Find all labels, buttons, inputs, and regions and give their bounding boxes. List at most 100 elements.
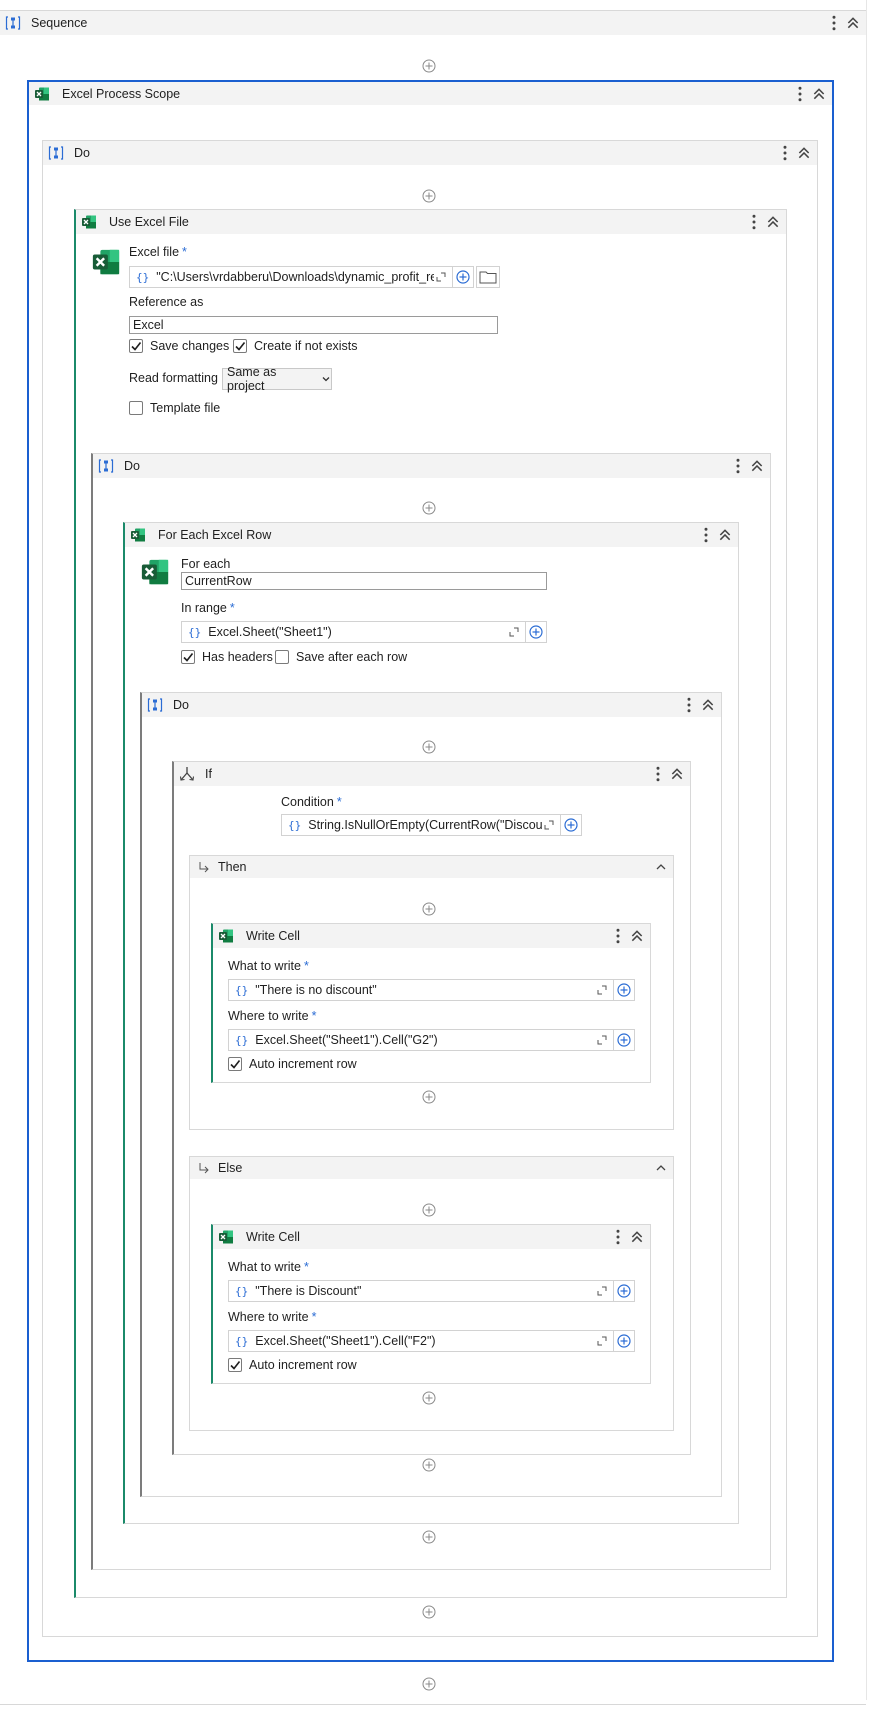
do-outer-header[interactable]: Do xyxy=(43,141,817,165)
plus-circle-icon[interactable] xyxy=(422,1458,436,1472)
kebab-icon[interactable] xyxy=(779,145,791,161)
save-changes-checkbox[interactable]: Save changes xyxy=(129,339,229,353)
checkmark-icon xyxy=(130,340,142,352)
double-chevron-up-icon[interactable] xyxy=(630,928,644,944)
expand-icon[interactable] xyxy=(542,818,556,832)
excel-logo-icon xyxy=(140,557,170,587)
kebab-icon[interactable] xyxy=(612,1229,624,1245)
double-chevron-up-icon[interactable] xyxy=(766,214,780,230)
double-chevron-up-icon[interactable] xyxy=(670,766,684,782)
double-chevron-up-icon[interactable] xyxy=(630,1229,644,1245)
if-title: If xyxy=(205,767,212,781)
add-variable-button[interactable] xyxy=(561,815,581,835)
do-inner-header[interactable]: Do xyxy=(142,693,721,717)
expand-icon[interactable] xyxy=(595,983,609,997)
excel-process-scope-header[interactable]: Excel Process Scope xyxy=(29,82,832,105)
checkbox-box xyxy=(275,650,289,664)
chevron-up-icon[interactable] xyxy=(655,861,667,873)
template-file-checkbox[interactable]: Template file xyxy=(129,401,220,415)
plus-circle-icon[interactable] xyxy=(422,1391,436,1405)
kebab-icon[interactable] xyxy=(828,15,840,31)
write-cell-else-header[interactable]: Write Cell xyxy=(213,1225,650,1249)
double-chevron-up-icon[interactable] xyxy=(750,458,764,474)
where-to-write-value: Excel.Sheet("Sheet1").Cell("G2") xyxy=(255,1033,438,1047)
excel-logo-icon xyxy=(91,247,121,277)
kebab-icon[interactable] xyxy=(732,458,744,474)
add-variable-button[interactable] xyxy=(614,1331,634,1351)
double-chevron-up-icon[interactable] xyxy=(812,86,826,102)
expand-icon[interactable] xyxy=(595,1033,609,1047)
double-chevron-up-icon[interactable] xyxy=(846,15,860,31)
plus-circle-icon xyxy=(456,270,470,284)
auto-increment-row-label: Auto increment row xyxy=(249,1057,357,1071)
do-inner-title: Do xyxy=(173,698,189,712)
auto-increment-row-checkbox[interactable]: Auto increment row xyxy=(228,1358,357,1372)
plus-circle-icon[interactable] xyxy=(422,902,436,916)
has-headers-checkbox[interactable]: Has headers xyxy=(181,650,273,664)
sequence-title: Sequence xyxy=(31,16,88,30)
read-formatting-label: Read formatting xyxy=(129,371,218,385)
plus-circle-icon[interactable] xyxy=(422,501,436,515)
read-formatting-select[interactable]: Same as project xyxy=(222,365,332,393)
sequence-icon xyxy=(147,697,163,713)
excel-file-input[interactable]: {} "C:\Users\vrdabberu\Downloads\dynamic… xyxy=(129,266,474,288)
if-header[interactable]: If xyxy=(174,762,690,786)
add-variable-button[interactable] xyxy=(526,622,546,642)
browse-folder-button[interactable] xyxy=(476,266,500,288)
sequence-icon xyxy=(48,145,64,161)
double-chevron-up-icon[interactable] xyxy=(797,145,811,161)
do-mid-header[interactable]: Do xyxy=(93,454,770,478)
folder-icon xyxy=(479,270,497,284)
for-each-input[interactable]: CurrentRow xyxy=(181,572,547,590)
expand-icon[interactable] xyxy=(595,1284,609,1298)
for-each-excel-row-header[interactable]: For Each Excel Row xyxy=(125,523,738,547)
plus-circle-icon[interactable] xyxy=(422,59,436,73)
what-to-write-input[interactable]: {} "There is no discount" xyxy=(228,979,635,1001)
in-range-input[interactable]: {} Excel.Sheet("Sheet1") xyxy=(181,621,547,643)
plus-circle-icon[interactable] xyxy=(422,1530,436,1544)
double-chevron-up-icon[interactable] xyxy=(718,527,732,543)
else-header[interactable]: Else xyxy=(190,1157,673,1179)
kebab-icon[interactable] xyxy=(794,86,806,102)
what-to-write-label: What to write * xyxy=(228,959,309,973)
kebab-icon[interactable] xyxy=(612,928,624,944)
add-variable-button[interactable] xyxy=(614,1281,634,1301)
write-cell-then-header[interactable]: Write Cell xyxy=(213,924,650,948)
plus-circle-icon[interactable] xyxy=(422,740,436,754)
expand-icon[interactable] xyxy=(507,625,521,639)
expand-icon[interactable] xyxy=(595,1334,609,1348)
add-variable-button[interactable] xyxy=(453,267,473,287)
auto-increment-row-checkbox[interactable]: Auto increment row xyxy=(228,1057,357,1071)
condition-input[interactable]: {} String.IsNullOrEmpty(CurrentRow("Disc… xyxy=(281,814,582,836)
save-after-each-row-checkbox[interactable]: Save after each row xyxy=(275,650,407,664)
double-chevron-up-icon[interactable] xyxy=(701,697,715,713)
then-header[interactable]: Then xyxy=(190,856,673,878)
kebab-icon[interactable] xyxy=(700,527,712,543)
plus-circle-icon[interactable] xyxy=(422,1203,436,1217)
use-excel-file-title: Use Excel File xyxy=(109,215,189,229)
checkmark-icon xyxy=(234,340,246,352)
add-variable-button[interactable] xyxy=(614,980,634,1000)
where-to-write-input[interactable]: {} Excel.Sheet("Sheet1").Cell("F2") xyxy=(228,1330,635,1352)
kebab-icon[interactable] xyxy=(652,766,664,782)
plus-circle-icon[interactable] xyxy=(422,1090,436,1104)
expression-braces-icon: {} xyxy=(188,625,202,639)
plus-circle-icon[interactable] xyxy=(422,1677,436,1691)
what-to-write-input[interactable]: {} "There is Discount" xyxy=(228,1280,635,1302)
expression-braces-icon: {} xyxy=(235,1284,249,1298)
use-excel-file-header[interactable]: Use Excel File xyxy=(76,210,786,234)
expression-braces-icon: {} xyxy=(136,270,150,284)
kebab-icon[interactable] xyxy=(683,697,695,713)
kebab-icon[interactable] xyxy=(748,214,760,230)
excel-icon xyxy=(218,928,234,944)
chevron-up-icon[interactable] xyxy=(655,1162,667,1174)
plus-circle-icon[interactable] xyxy=(422,1605,436,1619)
create-if-not-exists-checkbox[interactable]: Create if not exists xyxy=(233,339,358,353)
has-headers-label: Has headers xyxy=(202,650,273,664)
plus-circle-icon[interactable] xyxy=(422,189,436,203)
sequence-header[interactable]: Sequence xyxy=(0,11,866,35)
expand-icon[interactable] xyxy=(434,270,448,284)
reference-as-input[interactable]: Excel xyxy=(129,316,498,334)
add-variable-button[interactable] xyxy=(614,1030,634,1050)
where-to-write-input[interactable]: {} Excel.Sheet("Sheet1").Cell("G2") xyxy=(228,1029,635,1051)
